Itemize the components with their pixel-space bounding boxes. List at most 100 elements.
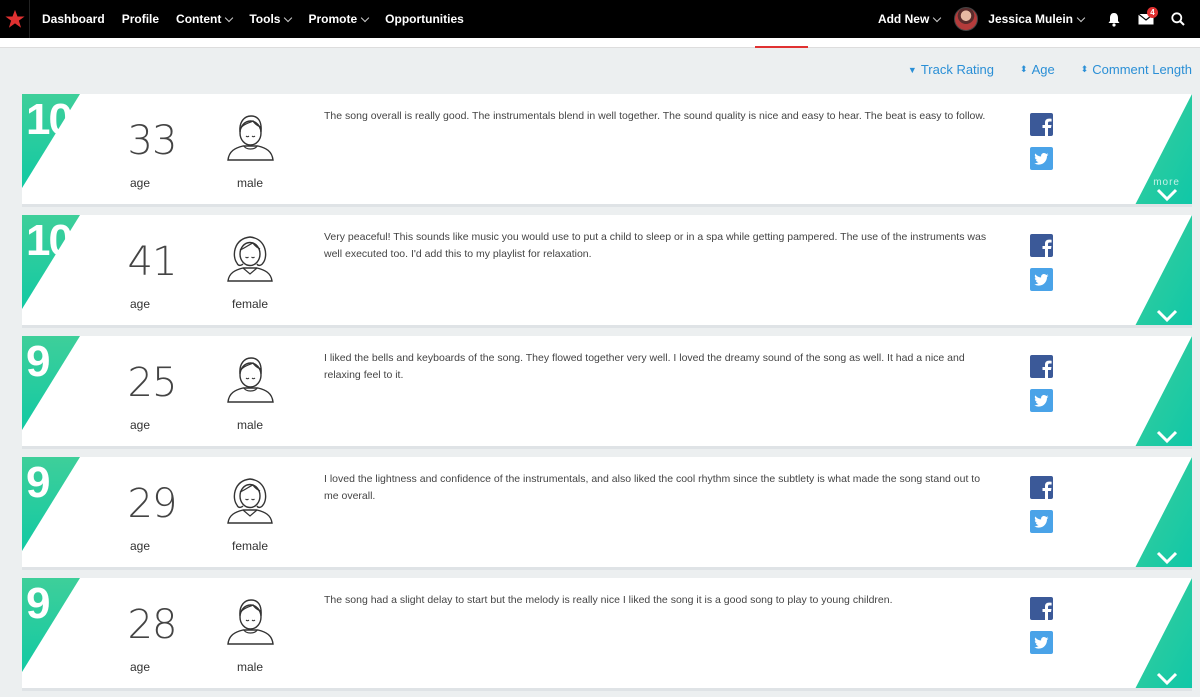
review-comment: Very peaceful! This sounds like music yo… — [324, 231, 987, 260]
facebook-share-button[interactable] — [1030, 113, 1053, 136]
review-comment: The song had a slight delay to start but… — [324, 594, 893, 606]
add-new-label: Add New — [877, 12, 930, 26]
age-value: 33 — [127, 118, 178, 164]
age-label: age — [129, 539, 151, 553]
age-label: age — [129, 176, 151, 190]
nav-tools[interactable]: Tools — [249, 12, 293, 26]
sort-track-rating[interactable]: ▼ Track Rating — [908, 62, 994, 77]
sort-age-label: Age — [1031, 62, 1055, 77]
chevron-down-icon — [1156, 672, 1178, 686]
female-avatar-icon — [225, 475, 275, 525]
chevron-down-icon — [360, 13, 370, 22]
top-navbar: Dashboard Profile Content Tools Promote … — [0, 0, 1200, 38]
add-new-button[interactable]: Add New — [877, 12, 942, 26]
nav-tools-label: Tools — [249, 12, 281, 26]
review-comment: I loved the lightness and confidence of … — [324, 473, 981, 502]
facebook-icon — [1042, 118, 1052, 136]
rating-flag: 9 — [22, 457, 80, 551]
twitter-icon — [1034, 273, 1049, 286]
expand-review-button[interactable] — [1134, 215, 1192, 325]
chevron-down-icon — [1076, 13, 1086, 22]
twitter-icon — [1034, 152, 1049, 165]
star-logo-icon[interactable] — [0, 0, 30, 38]
male-avatar-icon — [225, 596, 275, 646]
review-card: 9 29 age female I loved the lightness an… — [22, 457, 1192, 570]
expand-review-button[interactable] — [1134, 578, 1192, 688]
sort-age[interactable]: ⬍ Age — [1020, 62, 1055, 77]
facebook-icon — [1042, 239, 1052, 257]
nav-content[interactable]: Content — [176, 12, 234, 26]
nav-profile-label: Profile — [121, 12, 160, 26]
rating-value: 10 — [26, 95, 73, 144]
facebook-share-button[interactable] — [1030, 355, 1053, 378]
sort-comment-length[interactable]: ⬍ Comment Length — [1081, 62, 1192, 77]
review-comment: The song overall is really good. The ins… — [324, 110, 986, 122]
age-value: 41 — [127, 239, 178, 285]
gender-label: male — [236, 660, 263, 674]
nav-opportunities-label: Opportunities — [385, 12, 464, 26]
expand-review-button[interactable] — [1134, 336, 1192, 446]
nav-promote-label: Promote — [308, 12, 358, 26]
chevron-down-icon — [1156, 188, 1178, 202]
female-avatar-icon — [225, 233, 275, 283]
rating-flag: 9 — [22, 336, 80, 430]
male-avatar-icon — [225, 354, 275, 404]
rating-value: 9 — [26, 337, 51, 386]
envelope-icon[interactable]: 4 — [1130, 0, 1162, 38]
chevron-down-icon — [1156, 551, 1178, 565]
chevron-down-icon — [1156, 430, 1178, 444]
chevron-down-icon — [933, 13, 942, 22]
review-card: 9 25 age male I liked the bells and keyb… — [22, 336, 1192, 449]
review-card: 10 41 age female Very peaceful! This sou… — [22, 215, 1192, 328]
more-label: more — [1153, 177, 1180, 188]
review-card: 10 33 age male The song overall is reall… — [22, 94, 1192, 207]
gender-label: female — [231, 539, 269, 553]
twitter-share-button[interactable] — [1030, 510, 1053, 533]
main-menu: Dashboard Profile Content Tools Promote … — [42, 12, 481, 26]
chevron-down-icon — [225, 13, 234, 22]
age-label: age — [129, 660, 151, 674]
search-icon[interactable] — [1162, 0, 1194, 38]
facebook-share-button[interactable] — [1030, 476, 1053, 499]
twitter-share-button[interactable] — [1030, 389, 1053, 412]
twitter-share-button[interactable] — [1030, 147, 1053, 170]
twitter-share-button[interactable] — [1030, 631, 1053, 654]
review-comment: I liked the bells and keyboards of the s… — [324, 352, 965, 381]
rating-flag: 9 — [22, 578, 80, 672]
facebook-icon — [1042, 602, 1052, 620]
bell-icon[interactable] — [1098, 0, 1130, 38]
nav-content-label: Content — [176, 12, 222, 26]
review-card: 9 28 age male The song had a slight dela… — [22, 578, 1192, 691]
sub-tab-strip — [0, 38, 1200, 48]
expand-review-button[interactable]: more — [1134, 94, 1192, 204]
age-value: 29 — [127, 481, 178, 527]
nav-dashboard[interactable]: Dashboard — [42, 12, 105, 26]
expand-review-button[interactable] — [1134, 457, 1192, 567]
rating-value: 9 — [26, 458, 51, 507]
twitter-icon — [1034, 515, 1049, 528]
facebook-share-button[interactable] — [1030, 597, 1053, 620]
nav-dashboard-label: Dashboard — [42, 12, 105, 26]
sort-down-icon: ▼ — [907, 64, 917, 75]
male-avatar-icon — [225, 112, 275, 162]
nav-opportunities[interactable]: Opportunities — [385, 12, 464, 26]
avatar[interactable] — [954, 7, 979, 31]
age-value: 25 — [127, 360, 178, 406]
rating-value: 9 — [26, 579, 51, 628]
nav-promote[interactable]: Promote — [308, 12, 370, 26]
message-count-badge: 4 — [1147, 7, 1158, 18]
user-name: Jessica Mulein — [988, 12, 1073, 26]
active-tab-indicator — [755, 46, 808, 48]
twitter-share-button[interactable] — [1030, 268, 1053, 291]
rating-flag: 10 — [22, 215, 80, 309]
nav-profile[interactable]: Profile — [122, 12, 159, 26]
sort-updown-icon: ⬍ — [1020, 64, 1028, 74]
user-name-menu[interactable]: Jessica Mulein — [988, 12, 1086, 26]
rating-flag: 10 — [22, 94, 80, 188]
sort-bar: ▼ Track Rating ⬍ Age ⬍ Comment Length — [882, 62, 1192, 77]
age-value: 28 — [127, 602, 178, 648]
facebook-share-button[interactable] — [1030, 234, 1053, 257]
chevron-down-icon — [284, 13, 293, 22]
sort-updown-icon: ⬍ — [1080, 64, 1089, 74]
sort-comment-length-label: Comment Length — [1092, 62, 1192, 77]
